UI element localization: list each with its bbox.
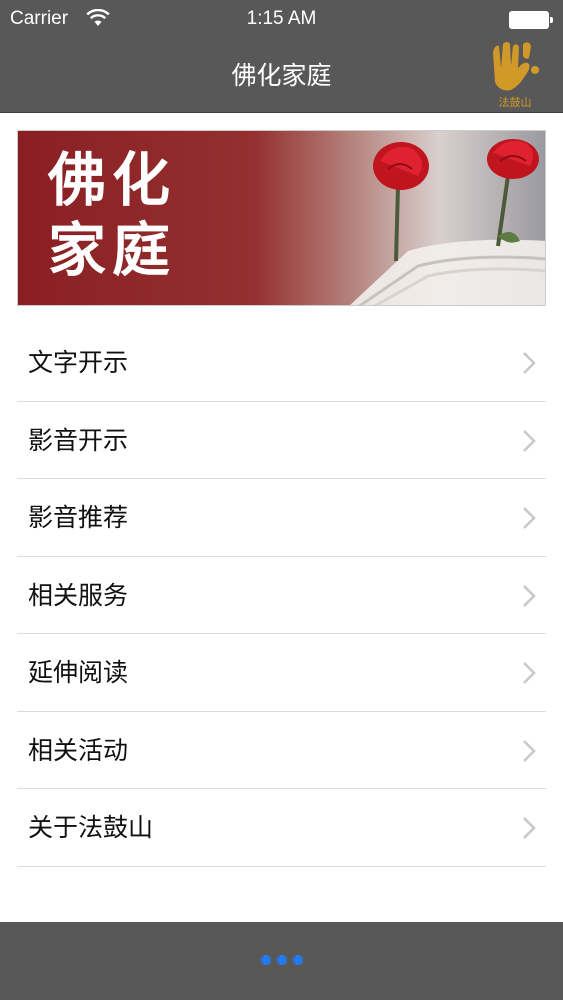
menu-item-video-teachings[interactable]: 影音开示 [17,402,546,479]
page-dot-icon [260,955,271,965]
menu-item-label: 关于法鼓山 [28,813,154,842]
page-dot-icon [276,955,287,965]
menu-item-label: 相关服务 [28,580,129,610]
chevron-right-icon [523,662,536,684]
chevron-right-icon [523,739,536,762]
chevron-right-icon [523,584,536,607]
banner-image: 佛化 家庭 [17,130,546,306]
banner-title-line2: 家庭 [48,216,177,284]
chevron-right-icon [523,429,536,452]
page-title: 佛化家庭 [231,61,332,90]
menu-item-label: 文字开示 [28,348,129,377]
menu-item-related-services[interactable]: 相关服务 [17,557,546,634]
menu-list: 文字开示 影音开示 影音推荐 相关服务 延伸阅读 相关活动 关于法鼓山 [17,324,546,867]
menu-item-text-teachings[interactable]: 文字开示 [17,324,546,402]
menu-item-about-dharma-drum[interactable]: 关于法鼓山 [17,789,546,867]
rose-photo-icon [350,139,545,305]
menu-item-video-recommendations[interactable]: 影音推荐 [17,479,546,557]
chevron-right-icon [523,817,536,839]
status-bar: Carrier 1:15 AM [0,0,563,38]
menu-item-label: 相关活动 [28,735,129,765]
menu-item-related-activities[interactable]: 相关活动 [17,712,546,789]
hand-logo-icon [493,42,539,91]
clock: 1:15 AM [246,8,317,29]
bottom-bar [0,922,563,1000]
banner-title-line1: 佛化 [48,146,177,214]
battery-icon [509,11,553,29]
page-indicator[interactable] [0,955,563,965]
navigation-bar: Carrier 1:15 AM 佛化家庭 法鼓山 [0,0,563,113]
banner-title: 佛化 家庭 [48,145,238,285]
menu-item-label: 延伸阅读 [28,658,129,687]
menu-item-label: 影音开示 [28,425,129,455]
menu-item-further-reading[interactable]: 延伸阅读 [17,634,546,712]
dharma-drum-logo[interactable]: 法鼓山 [485,38,545,110]
menu-item-label: 影音推荐 [28,503,129,532]
logo-label: 法鼓山 [498,96,532,109]
chevron-right-icon [523,507,536,529]
page-dot-icon [292,955,303,965]
chevron-right-icon [523,352,536,374]
